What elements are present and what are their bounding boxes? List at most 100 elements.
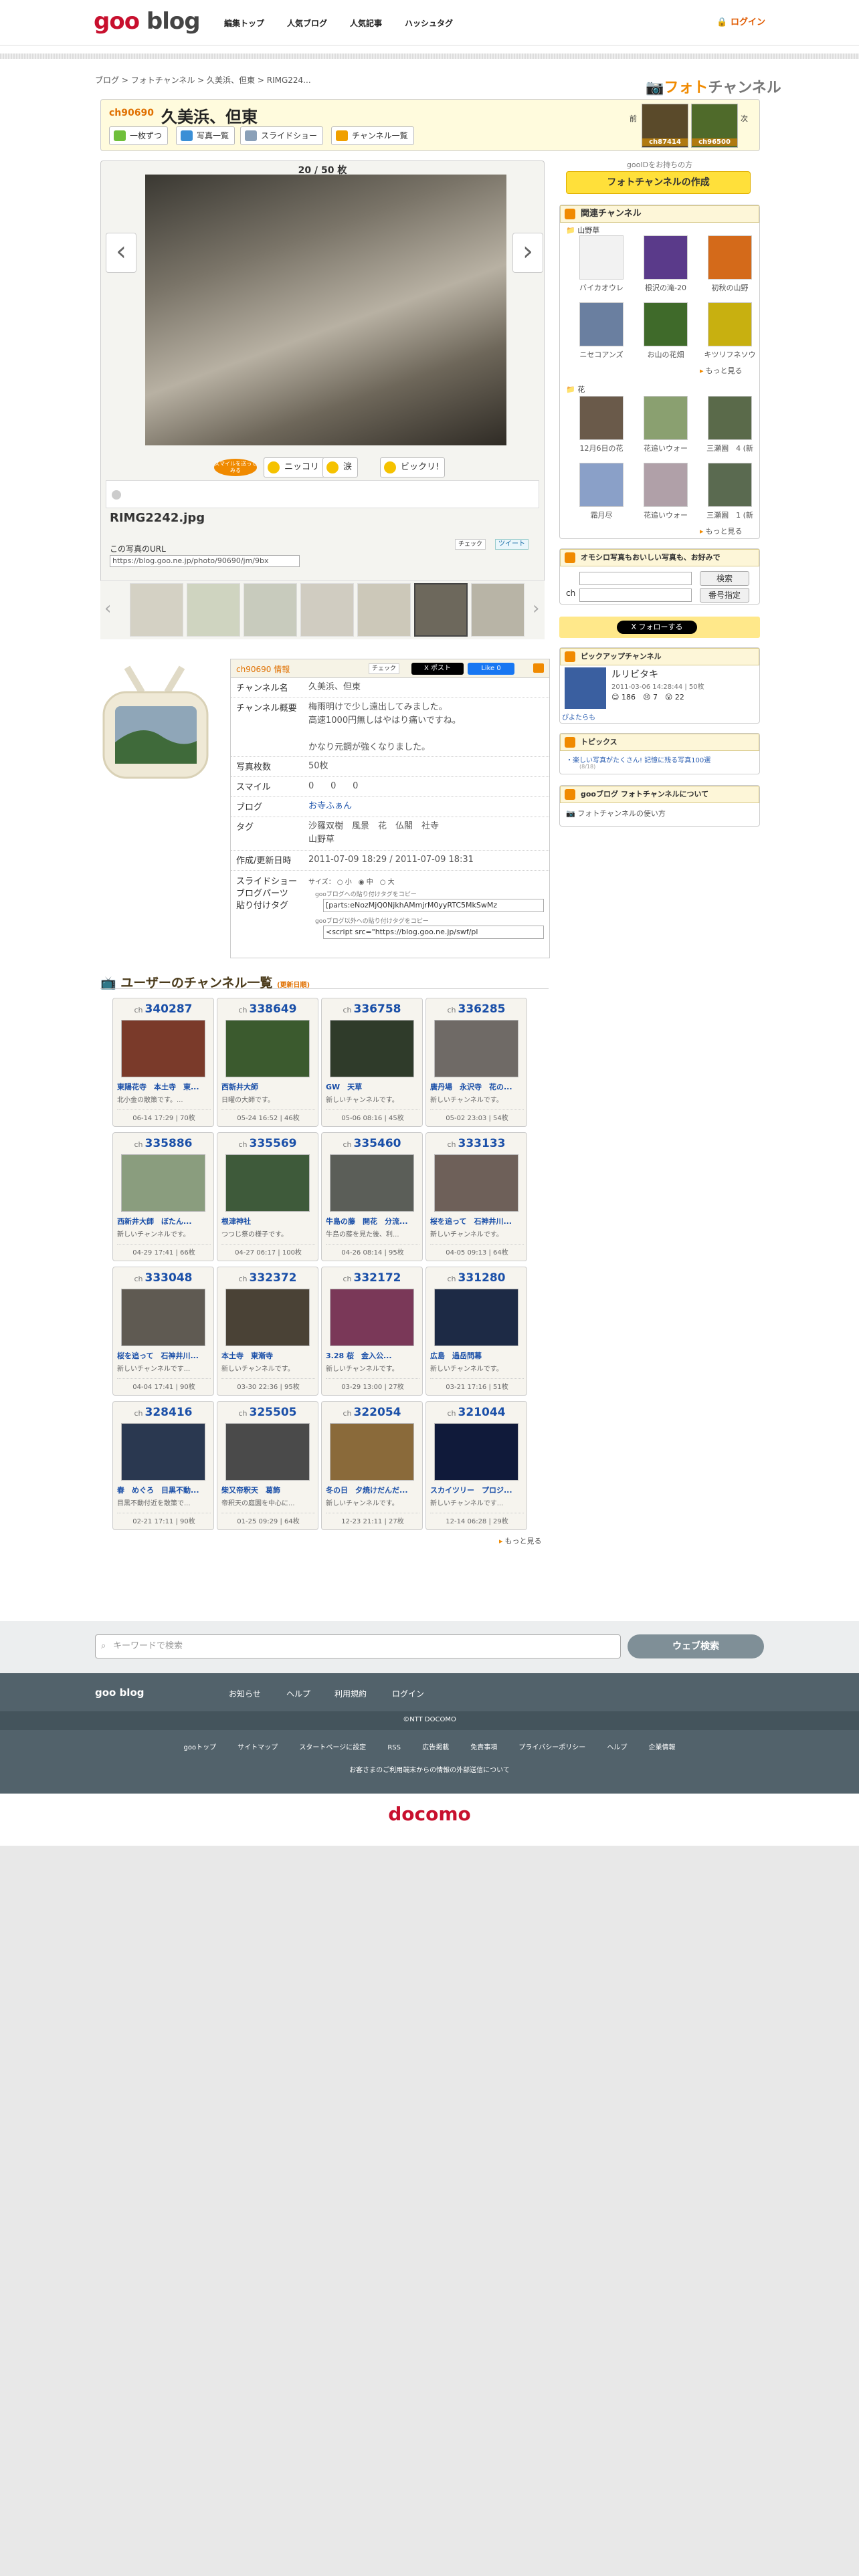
cat1-more-link[interactable]: もっと見る <box>700 365 743 376</box>
strip-next-arrow[interactable]: › <box>533 599 539 619</box>
card-id[interactable]: ch 336285 <box>426 1002 527 1016</box>
footer-rss[interactable]: RSS <box>387 1744 401 1751</box>
strip-thumb[interactable] <box>300 583 354 637</box>
related-caption[interactable]: バイカオウレ <box>571 282 632 293</box>
smile-surprise-button[interactable]: ビックリ! <box>380 457 446 477</box>
facebook-like-button[interactable]: Like 0 <box>468 663 514 675</box>
related-caption[interactable]: 霜月尽 <box>571 510 632 520</box>
footer-login[interactable]: ログイン <box>392 1688 424 1699</box>
channel-number-input[interactable] <box>579 588 692 602</box>
nav-popular-blogs[interactable]: 人気ブログ <box>287 17 327 29</box>
footer-company[interactable]: 企業情報 <box>649 1744 676 1751</box>
footer-goo-top[interactable]: gooトップ <box>184 1744 217 1751</box>
pickup-thumb[interactable] <box>565 667 606 709</box>
card-title[interactable]: 根津神社 <box>221 1216 315 1226</box>
web-search-button[interactable]: ウェブ検索 <box>628 1634 764 1658</box>
pickup-user-link[interactable]: ぴよたらも <box>562 712 595 722</box>
photo-search-button[interactable]: 検索 <box>700 571 749 586</box>
card-title[interactable]: 桜を追って 石神井川... <box>117 1350 211 1361</box>
card-thumb[interactable] <box>121 1289 205 1346</box>
footer-startpage[interactable]: スタートページに設定 <box>299 1744 366 1751</box>
size-large[interactable]: 大 <box>388 879 395 886</box>
main-photo[interactable] <box>145 175 506 445</box>
card-title[interactable]: 春 めぐろ 目黒不動... <box>117 1485 211 1495</box>
card-thumb[interactable] <box>225 1289 310 1346</box>
footer-search-input[interactable]: ⌕ キーワードで検索 <box>95 1634 621 1658</box>
card-id[interactable]: ch 325505 <box>217 1406 318 1419</box>
card-id[interactable]: ch 332372 <box>217 1271 318 1285</box>
nav-hashtag[interactable]: ハッシュタグ <box>405 17 453 29</box>
login-link[interactable]: 🔒 ログイン <box>717 15 765 27</box>
card-thumb[interactable] <box>434 1154 518 1212</box>
related-caption[interactable]: 三瀬園 1 (新 <box>700 510 760 520</box>
channel-card[interactable]: ch 336285 唐丹場 永沢寺 花の... 新しいチャンネルです。 05-02 23… <box>425 998 527 1127</box>
smile-tear-button[interactable]: 涙 <box>322 457 359 477</box>
channel-card[interactable]: ch 325505 柴又帝釈天 葛飾 帝釈天の庭園を中心に... 01-25 09:29… <box>217 1401 318 1530</box>
size-medium[interactable]: 中 <box>367 879 373 886</box>
related-thumb[interactable] <box>644 302 688 346</box>
footer-news[interactable]: お知らせ <box>229 1688 261 1699</box>
card-id[interactable]: ch 332172 <box>322 1271 422 1285</box>
card-thumb[interactable] <box>225 1020 310 1077</box>
card-id[interactable]: ch 335460 <box>322 1137 422 1150</box>
related-thumb[interactable] <box>644 396 688 440</box>
footer-disclaimer[interactable]: 免責事項 <box>470 1744 497 1751</box>
docomo-logo[interactable]: docomo <box>0 1803 859 1825</box>
goo-embed-tag-field[interactable]: [parts:eNozMjQ0NjkhAMmjrM0yyRTC5MkSwMz <box>323 899 544 912</box>
card-title[interactable]: 3.28 桜 金入公... <box>326 1350 419 1361</box>
related-thumb[interactable] <box>708 302 752 346</box>
card-title[interactable]: 西新井大師 ぼたん... <box>117 1216 211 1226</box>
card-id[interactable]: ch 333048 <box>113 1271 213 1285</box>
card-thumb[interactable] <box>121 1154 205 1212</box>
about-link[interactable]: 📷 フォトチャンネルの使い方 <box>566 808 666 819</box>
strip-thumb[interactable] <box>130 583 183 637</box>
channel-card[interactable]: ch 321044 スカイツリー プロジ... 新しいチャンネルです... 12-14 … <box>425 1401 527 1530</box>
next-photo-arrow[interactable]: › <box>512 233 543 273</box>
card-id[interactable]: ch 338649 <box>217 1002 318 1016</box>
check-button[interactable]: チェック <box>455 539 486 550</box>
channel-card[interactable]: ch 322054 冬の日 夕焼けだんだ... 新しいチャンネルです。 12-23 21… <box>321 1401 423 1530</box>
card-id[interactable]: ch 333133 <box>426 1137 527 1150</box>
card-title[interactable]: 唐丹場 永沢寺 花の... <box>430 1081 524 1092</box>
pickup-channel-title[interactable]: ルリビタキ <box>611 667 658 681</box>
footer-help2[interactable]: ヘルプ <box>607 1744 627 1751</box>
card-title[interactable]: 牛島の藤 開花 分流... <box>326 1216 419 1226</box>
related-thumb[interactable] <box>644 235 688 280</box>
photo-search-input[interactable] <box>579 572 692 585</box>
card-thumb[interactable] <box>121 1020 205 1077</box>
footer-logo[interactable]: goo blog <box>95 1687 145 1699</box>
view-each-button[interactable]: 一枚ずつ <box>109 126 169 145</box>
photo-channel-logo[interactable]: 📷フォトチャンネル <box>646 76 781 97</box>
card-thumb[interactable] <box>330 1423 414 1481</box>
related-thumb[interactable] <box>579 396 624 440</box>
channel-card[interactable]: ch 331280 広島 過岳問幕 新しいチャンネルです。 03-21 17:16 | … <box>425 1267 527 1396</box>
card-title[interactable]: 本土寺 東漸寺 <box>221 1350 315 1361</box>
channel-card[interactable]: ch 328416 春 めぐろ 目黒不動... 目黒不動付近を散策で... 02-21 … <box>112 1401 214 1530</box>
card-id[interactable]: ch 335569 <box>217 1137 318 1150</box>
related-thumb[interactable] <box>708 463 752 507</box>
prev-photo-arrow[interactable]: ‹ <box>106 233 136 273</box>
card-id[interactable]: ch 340287 <box>113 1002 213 1016</box>
channel-card[interactable]: ch 340287 東陽花寺 本土寺 東... 北小金の散策です。... 06-14 1… <box>112 998 214 1127</box>
nav-edit-top[interactable]: 編集トップ <box>224 17 264 29</box>
photo-list-button[interactable]: 写真一覧 <box>176 126 235 145</box>
channel-card[interactable]: ch 332172 3.28 桜 金入公... 新しいチャンネルです。 03-29 13… <box>321 1267 423 1396</box>
related-caption[interactable]: 花追いウォー <box>636 443 696 453</box>
footer-privacy[interactable]: プライバシーポリシー <box>518 1744 585 1751</box>
related-thumb[interactable] <box>579 235 624 280</box>
card-id[interactable]: ch 321044 <box>426 1406 527 1419</box>
channel-card[interactable]: ch 333133 桜を追って 石神井川... 新しいチャンネルです。 04-05 09… <box>425 1132 527 1261</box>
rss-icon[interactable] <box>533 663 544 673</box>
card-title[interactable]: 西新井大師 <box>221 1081 315 1092</box>
tweet-button[interactable]: ツイート <box>495 539 529 550</box>
related-caption[interactable]: 三瀬園 4 (新 <box>700 443 760 453</box>
channel-card[interactable]: ch 335886 西新井大師 ぼたん... 新しいチャンネルです。 04-29 17:… <box>112 1132 214 1261</box>
strip-thumb[interactable] <box>244 583 297 637</box>
channel-card[interactable]: ch 338649 西新井大師 日曜の大師です。 05-24 16:52 | 46枚 <box>217 998 318 1127</box>
size-small[interactable]: 小 <box>345 879 352 886</box>
cat2-more-link[interactable]: もっと見る <box>700 526 743 536</box>
card-thumb[interactable] <box>330 1289 414 1346</box>
strip-thumb[interactable] <box>187 583 240 637</box>
crumb-blog[interactable]: ブログ <box>95 76 119 85</box>
nav-popular-articles[interactable]: 人気記事 <box>350 17 382 29</box>
